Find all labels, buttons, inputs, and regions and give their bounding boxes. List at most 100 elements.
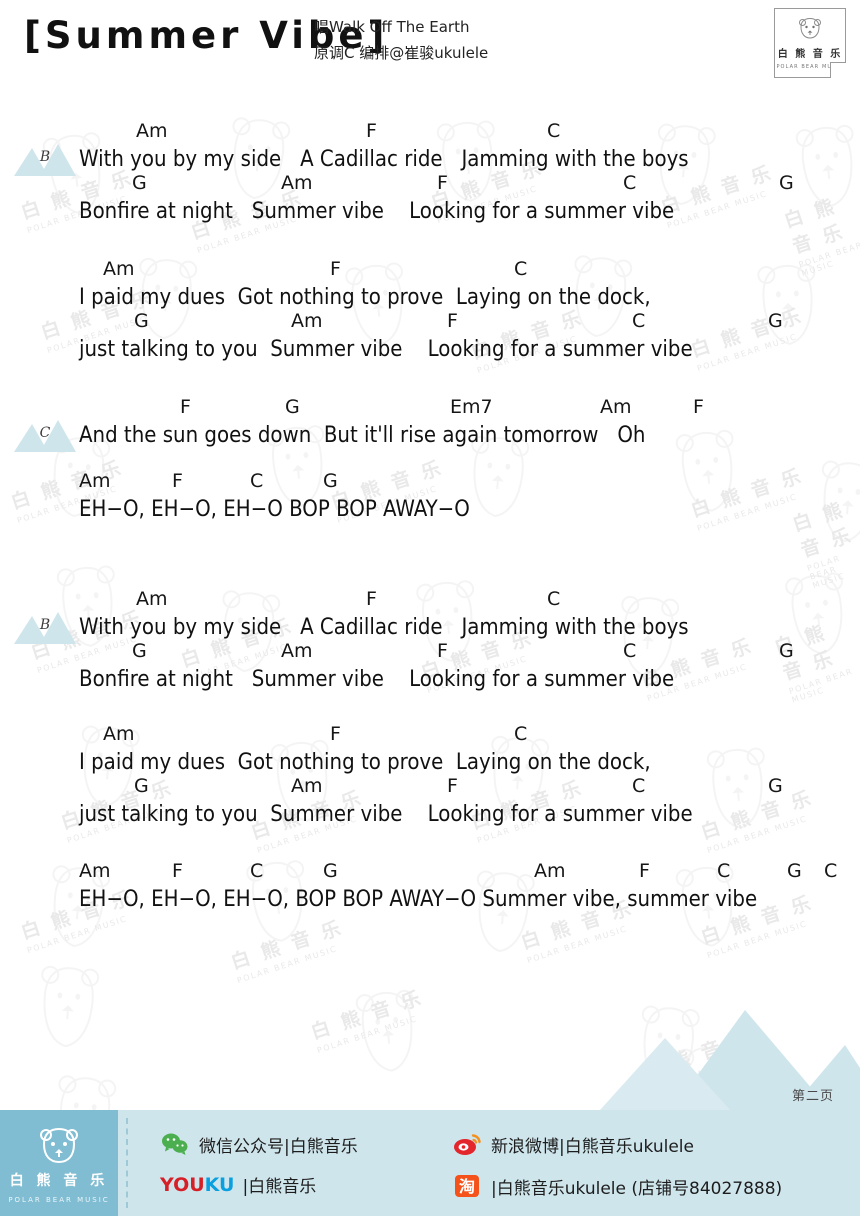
chord-symbol: Am — [600, 396, 632, 418]
chord-symbol: F — [180, 396, 191, 418]
footer-taobao-label: |白熊音乐ukulele (店铺号84027888) — [491, 1178, 783, 1199]
lyric-line: just talking to you Summer vibe Looking … — [79, 337, 693, 362]
chord-symbol: Am — [281, 640, 313, 662]
chord-symbol: C — [623, 640, 637, 662]
chord-symbol: F — [639, 860, 650, 882]
chord-line: G Am F C G — [0, 640, 860, 667]
footer-youku[interactable]: YOUKU |白熊音乐 — [160, 1172, 317, 1198]
footer-weibo[interactable]: 新浪微博|白熊音乐ukulele — [452, 1130, 694, 1158]
chord-symbol: Am — [136, 588, 168, 610]
weibo-icon — [452, 1130, 482, 1158]
chord-symbol: F — [366, 588, 377, 610]
chord-symbol: G — [285, 396, 300, 418]
chord-line: G Am F C G — [0, 775, 860, 802]
youku-brand-red: YOU — [160, 1173, 205, 1196]
chord-symbol: C — [250, 860, 264, 882]
lyric-line: With you by my side A Cadillac ride Jamm… — [79, 147, 689, 172]
chord-symbol: C — [547, 120, 561, 142]
page-number: 第二页 — [791, 1089, 834, 1104]
lyric-line: I paid my dues Got nothing to prove Layi… — [79, 285, 651, 310]
chord-line: Am F C G — [0, 470, 860, 497]
chord-symbol: G — [132, 640, 147, 662]
chord-symbol: C — [717, 860, 731, 882]
chord-symbol: G — [134, 775, 149, 797]
chord-line: G Am F C G — [0, 310, 860, 337]
footer-youku-label: |白熊音乐 — [242, 1177, 317, 1197]
chord-symbol: F — [437, 640, 448, 662]
chord-symbol: Am — [136, 120, 168, 142]
chord-symbol: C — [632, 310, 646, 332]
chord-line: Am F C — [0, 588, 860, 615]
chord-symbol: F — [437, 172, 448, 194]
lyric-line: And the sun goes down But it'll rise aga… — [79, 423, 646, 448]
footer-brand-logo: 白 熊 音 乐 POLAR BEAR MUSIC — [0, 1110, 118, 1216]
chord-symbol: F — [330, 258, 341, 280]
footer-taobao[interactable]: 淘 |白熊音乐ukulele (店铺号84027888) — [452, 1172, 782, 1200]
chord-symbol: C — [514, 723, 528, 745]
chord-symbol: C — [824, 860, 838, 882]
chord-symbol: F — [172, 470, 183, 492]
chord-symbol: Am — [103, 258, 135, 280]
chord-symbol: F — [693, 396, 704, 418]
chord-symbol: Am — [281, 172, 313, 194]
chord-symbol: G — [768, 775, 783, 797]
lyric-line: EH−O, EH−O, EH−O BOP BOP AWAY−O — [79, 497, 470, 522]
svg-text:淘: 淘 — [459, 1177, 475, 1196]
taobao-icon: 淘 — [452, 1172, 482, 1200]
chord-symbol: Am — [291, 310, 323, 332]
wechat-icon — [160, 1130, 190, 1158]
lyric-line: I paid my dues Got nothing to prove Layi… — [79, 750, 651, 775]
song-block: Am F C G EH−O, EH−O, EH−O BOP BOP AWAY−O — [0, 470, 860, 522]
chord-symbol: G — [768, 310, 783, 332]
chord-symbol: F — [172, 860, 183, 882]
chord-line: G Am F C G — [0, 172, 860, 199]
chord-symbol: C — [547, 588, 561, 610]
footer-wechat[interactable]: 微信公众号|白熊音乐 — [160, 1130, 358, 1158]
lyric-line: just talking to you Summer vibe Looking … — [79, 802, 693, 827]
song-block: Am F C I paid my dues Got nothing to prove … — [0, 723, 860, 827]
footer-divider — [126, 1118, 128, 1208]
page-footer: 白 熊 音 乐 POLAR BEAR MUSIC 微信公众号|白熊音乐 YOUK… — [0, 1110, 860, 1216]
chord-symbol: C — [514, 258, 528, 280]
song-sheet: B Am F C With you by my side A Cadillac ride… — [0, 0, 860, 1216]
chord-symbol: G — [787, 860, 802, 882]
chord-symbol: F — [447, 310, 458, 332]
chord-symbol: G — [779, 640, 794, 662]
chord-symbol: C — [632, 775, 646, 797]
chord-symbol: Am — [291, 775, 323, 797]
chord-line: Am F C — [0, 258, 860, 285]
song-block: Am F C G Am F C G C EH−O, EH−O, EH−O, BOP BOP AWA… — [0, 860, 860, 912]
lyric-line: EH−O, EH−O, EH−O, BOP BOP AWAY−O Summer … — [79, 887, 758, 912]
chord-symbol: F — [330, 723, 341, 745]
lyric-line: Bonfire at night Summer vibe Looking for… — [79, 199, 675, 224]
chord-symbol: G — [134, 310, 149, 332]
song-block: B Am F C With you by my side A Cadillac ride… — [0, 588, 860, 692]
footer-logo-en: POLAR BEAR MUSIC — [8, 1196, 110, 1204]
song-block: Am F C I paid my dues Got nothing to prove … — [0, 258, 860, 362]
chord-symbol: Am — [79, 860, 111, 882]
chord-symbol: F — [447, 775, 458, 797]
chord-line: Am F C — [0, 120, 860, 147]
chord-symbol: G — [323, 860, 338, 882]
chord-line: Am F C G Am F C G C — [0, 860, 860, 887]
footer-logo-cn: 白 熊 音 乐 — [9, 1173, 109, 1189]
chord-symbol: G — [323, 470, 338, 492]
chord-symbol: Em7 — [450, 396, 493, 418]
chord-symbol: Am — [534, 860, 566, 882]
chord-line: F G Em7 Am F — [0, 396, 860, 423]
chord-symbol: F — [366, 120, 377, 142]
chord-symbol: C — [250, 470, 264, 492]
footer-wechat-label: 微信公众号|白熊音乐 — [199, 1136, 358, 1157]
footer-weibo-label: 新浪微博|白熊音乐ukulele — [491, 1136, 694, 1157]
chord-symbol: G — [132, 172, 147, 194]
chord-symbol: G — [779, 172, 794, 194]
chord-symbol: Am — [103, 723, 135, 745]
song-block: B Am F C With you by my side A Cadillac ride… — [0, 120, 860, 224]
lyric-line: Bonfire at night Summer vibe Looking for… — [79, 667, 675, 692]
chord-symbol: Am — [79, 470, 111, 492]
chord-line: Am F C — [0, 723, 860, 750]
youku-icon: YOUKU — [160, 1174, 235, 1196]
song-block: C F G Em7 Am F And the sun goes down But it'll… — [0, 396, 860, 452]
lyric-line: With you by my side A Cadillac ride Jamm… — [79, 615, 689, 640]
youku-brand-blue: KU — [204, 1173, 235, 1196]
